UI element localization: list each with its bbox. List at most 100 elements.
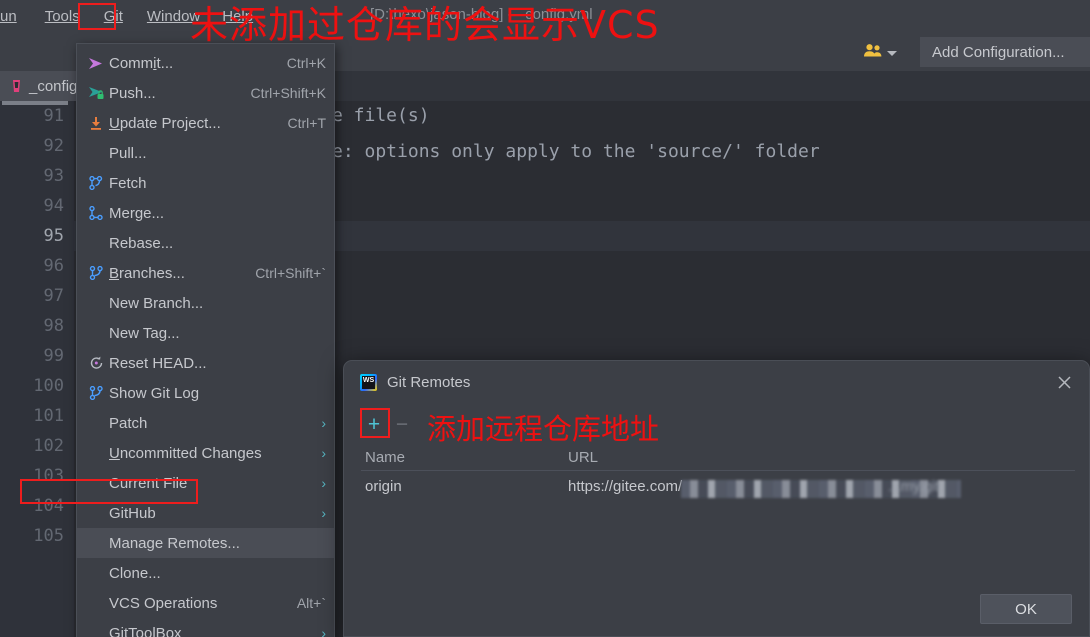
menu-item-patch[interactable]: Patch ›	[77, 408, 334, 438]
menu-item-label: Patch	[109, 414, 148, 432]
menu-item-accel: Ctrl+Shift+`	[255, 265, 326, 281]
dialog-title-bar: WS Git Remotes	[344, 361, 1089, 403]
menu-item-label: Reset HEAD...	[109, 354, 207, 372]
dialog-toolbar: + −	[361, 411, 415, 437]
line-number: 91	[43, 106, 64, 126]
remote-url: https://gitee.com/ ...my.git	[568, 478, 1075, 498]
menu-item-label: VCS Operations	[109, 594, 218, 612]
menu-item-new-tag[interactable]: New Tag...	[77, 318, 334, 348]
update-download-icon	[83, 116, 109, 130]
menu-item-fetch[interactable]: Fetch	[77, 168, 334, 198]
menu-item-merge[interactable]: Merge...	[77, 198, 334, 228]
menu-item-accel: Ctrl+K	[286, 55, 326, 71]
menu-item-label: Commit...	[109, 54, 174, 72]
menu-item-label: Show Git Log	[109, 384, 200, 402]
menu-item-label: Pull...	[109, 144, 147, 162]
menu-item-update-project[interactable]: Update Project... Ctrl+T	[77, 108, 334, 138]
menu-item-uncommitted-changes[interactable]: Uncommitted Changes ›	[77, 438, 334, 468]
menu-item-label: Current File	[109, 474, 188, 492]
menu-item-show-git-log[interactable]: Show Git Log	[77, 378, 334, 408]
menu-item-reset-head[interactable]: Reset HEAD...	[77, 348, 334, 378]
menu-item-label: Push...	[109, 84, 156, 102]
table-header: Name URL	[361, 445, 1075, 471]
menu-item-accel: Ctrl+Shift+K	[250, 85, 326, 101]
editor-gutter[interactable]: 91 92 93 94 95 96 97 98 99 100 101 102 1…	[0, 101, 74, 637]
menu-item-label: Uncommitted Changes	[109, 444, 262, 462]
menu-item-label: Merge...	[109, 204, 165, 222]
menu-item-label: GitToolBox	[109, 624, 182, 637]
menu-item-current-file[interactable]: Current File ›	[77, 468, 334, 498]
menu-item-branches[interactable]: Branches... Ctrl+Shift+`	[77, 258, 334, 288]
fetch-branch-icon	[83, 176, 109, 190]
annotation-text-vcs: 未添加过仓库的会显示VCS	[190, 3, 660, 47]
collaborate-button[interactable]	[858, 40, 902, 66]
menu-item-gittoolbox[interactable]: GitToolBox ›	[77, 618, 334, 637]
git-dropdown-menu[interactable]: Commit... Ctrl+K Push... Ctrl+Shift+K Up…	[76, 43, 335, 637]
people-icon	[863, 43, 883, 63]
menu-item-label: New Branch...	[109, 294, 204, 312]
ok-button[interactable]: OK	[980, 594, 1072, 624]
line-number: 103	[33, 466, 64, 486]
menu-tools-label: Tools	[44, 8, 80, 25]
menu-item-commit[interactable]: Commit... Ctrl+K	[77, 48, 334, 78]
chevron-right-icon: ›	[321, 505, 326, 521]
line-number: 93	[43, 166, 64, 186]
menu-item-accel: Ctrl+T	[287, 115, 327, 131]
menu-tools[interactable]: Tools	[36, 6, 89, 27]
close-icon[interactable]	[1053, 371, 1075, 393]
line-number: 96	[43, 256, 64, 276]
chevron-right-icon: ›	[321, 415, 326, 431]
chevron-right-icon: ›	[321, 475, 326, 491]
line-number: 98	[43, 316, 64, 336]
table-row[interactable]: origin https://gitee.com/ ...my.git	[361, 471, 1075, 501]
merge-icon	[83, 206, 109, 220]
menu-item-vcs-operations[interactable]: VCS Operations Alt+`	[77, 588, 334, 618]
menu-item-accel: Alt+`	[296, 595, 326, 611]
menu-item-manage-remotes[interactable]: Manage Remotes...	[77, 528, 334, 558]
code-line: e: options only apply to the 'source/' f…	[332, 141, 820, 162]
menu-item-clone[interactable]: Clone...	[77, 558, 334, 588]
menu-item-rebase[interactable]: Rebase...	[77, 228, 334, 258]
line-number: 99	[43, 346, 64, 366]
menu-item-label: Clone...	[109, 564, 161, 582]
line-number: 101	[33, 406, 64, 426]
line-number: 104	[33, 496, 64, 516]
chevron-down-icon	[887, 50, 897, 56]
menu-item-github[interactable]: GitHub ›	[77, 498, 334, 528]
line-number: 102	[33, 436, 64, 456]
line-number: 94	[43, 196, 64, 216]
line-number: 97	[43, 286, 64, 306]
remove-remote-button[interactable]: −	[389, 411, 415, 437]
commit-arrow-icon	[83, 57, 109, 70]
menu-item-label: GitHub	[109, 504, 156, 522]
menu-item-new-branch[interactable]: New Branch...	[77, 288, 334, 318]
add-configuration-button[interactable]: Add Configuration...	[920, 37, 1090, 67]
chevron-right-icon: ›	[321, 445, 326, 461]
line-number: 92	[43, 136, 64, 156]
menu-item-push[interactable]: Push... Ctrl+Shift+K	[77, 78, 334, 108]
chevron-right-icon: ›	[321, 625, 326, 637]
menu-run[interactable]: un	[0, 6, 26, 27]
line-number: 105	[33, 526, 64, 546]
column-header-url: URL	[568, 449, 599, 466]
line-number-current: 95	[43, 226, 64, 246]
menu-item-label: Manage Remotes...	[109, 534, 240, 552]
menu-item-label: Fetch	[109, 174, 147, 192]
tab-label: _config	[29, 77, 78, 95]
code-line: e file(s)	[332, 105, 430, 126]
add-remote-button[interactable]: +	[361, 411, 387, 437]
dialog-title: Git Remotes	[387, 373, 471, 391]
git-remotes-dialog: WS Git Remotes + − Name URL origin https…	[343, 360, 1090, 637]
webstorm-icon: WS	[360, 373, 377, 391]
menu-git-label: Git	[103, 8, 123, 25]
remotes-table: Name URL origin https://gitee.com/ ...my…	[361, 445, 1075, 501]
menu-item-label: Branches...	[109, 264, 185, 282]
push-lock-icon	[83, 86, 109, 100]
column-header-name: Name	[365, 449, 406, 466]
menu-git[interactable]: Git	[95, 6, 132, 27]
menu-item-label: Update Project...	[109, 114, 221, 132]
tab-config-yml[interactable]: _config	[0, 71, 88, 101]
menu-item-pull[interactable]: Pull...	[77, 138, 334, 168]
reset-icon	[83, 356, 109, 370]
branch-icon	[83, 386, 109, 400]
